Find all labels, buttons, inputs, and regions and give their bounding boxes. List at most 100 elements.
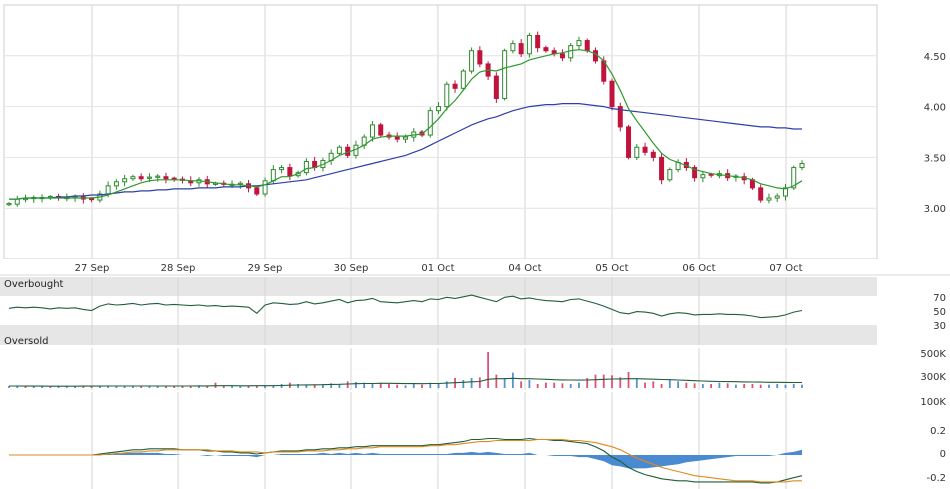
- price-y-tick-label: 3.50: [924, 153, 946, 164]
- volume-bar: [776, 384, 779, 388]
- volume-bar: [685, 382, 688, 388]
- macd-y-tick-label: 0.2: [930, 426, 946, 437]
- volume-bar: [718, 382, 721, 388]
- volume-panel: 500K 300K 100K: [8, 348, 946, 408]
- candle-body: [113, 181, 119, 187]
- volume-bar: [231, 386, 233, 388]
- volume-bar: [388, 384, 390, 388]
- volume-bar: [693, 383, 696, 388]
- volume-bar: [503, 378, 506, 388]
- candle-body: [105, 185, 111, 195]
- volume-bar: [792, 384, 795, 388]
- macd-vertical-grid: [91, 392, 787, 489]
- macd-panel: 0.2 0 -0.2: [9, 392, 946, 489]
- candle-body: [469, 50, 475, 72]
- price-panel-background: [3, 4, 878, 260]
- price-y-tick-label: 4.00: [924, 103, 946, 114]
- x-tick-label: 05 Oct: [595, 263, 628, 274]
- candle-body: [403, 136, 408, 140]
- volume-bar: [404, 385, 407, 388]
- volume-bar: [635, 378, 638, 388]
- candle-body: [89, 197, 95, 201]
- volume-bar: [437, 384, 440, 388]
- x-tick-label: 28 Sep: [161, 263, 196, 274]
- overbought-label: Overbought: [4, 279, 64, 290]
- volume-bar: [355, 382, 357, 388]
- volume-bar: [239, 386, 242, 388]
- candle-body: [510, 43, 516, 52]
- candle-body: [163, 176, 169, 180]
- candle-body: [700, 174, 706, 179]
- candle-body: [526, 34, 532, 55]
- rsi-y-tick-label: 30: [933, 321, 946, 332]
- volume-bar: [710, 384, 713, 388]
- volume-bar: [602, 374, 605, 388]
- volume-bar: [553, 382, 556, 388]
- candle-body: [502, 50, 508, 99]
- candle-body: [799, 162, 805, 169]
- volume-bar: [627, 372, 630, 388]
- volume-bar: [735, 384, 737, 388]
- price-y-tick-label: 3.00: [924, 204, 946, 215]
- stock-chart: 3.00 3.50 4.00 4.50 27 Sep 28 Sep 29 Sep 30 Se…: [0, 4, 950, 489]
- candle-body: [576, 40, 582, 47]
- rsi-y-tick-label: 50: [933, 307, 946, 318]
- rsi-y-tick-label: 70: [933, 293, 946, 304]
- candle-body: [493, 75, 499, 99]
- candle-body: [14, 198, 20, 205]
- candle-body: [460, 70, 466, 89]
- volume-bar: [561, 383, 564, 388]
- price-panel: 3.00 3.50 4.00 4.50: [3, 4, 946, 260]
- candle-body: [559, 53, 565, 59]
- volume-bar: [462, 380, 465, 388]
- rsi-panel: Overbought Oversold 70 50 30: [0, 277, 946, 347]
- candle-body: [766, 197, 772, 201]
- macd-y-tick-label: -0.2: [926, 473, 946, 484]
- macd-y-tick-label: 0: [940, 449, 946, 460]
- volume-bar: [412, 384, 415, 388]
- volume-bar: [487, 352, 490, 388]
- volume-y-axis-labels: 500K 300K 100K: [920, 349, 946, 408]
- x-tick-label: 01 Oct: [421, 263, 454, 274]
- volume-bar: [222, 386, 225, 388]
- volume-bar: [49, 386, 52, 388]
- volume-bar: [396, 384, 399, 388]
- volume-bar: [726, 383, 729, 388]
- candle-body: [477, 50, 483, 65]
- volume-bar: [660, 384, 663, 388]
- macd-y-axis-labels: 0.2 0 -0.2: [926, 426, 946, 484]
- volume-bar: [569, 384, 572, 388]
- volume-y-tick-label: 500K: [920, 349, 946, 360]
- candle-body: [146, 176, 152, 179]
- volume-bar: [677, 381, 679, 388]
- candle-body: [262, 180, 268, 195]
- candle-body: [171, 177, 177, 180]
- x-tick-label: 30 Sep: [334, 263, 369, 274]
- volume-bars: [8, 352, 803, 388]
- candle-body: [303, 160, 309, 174]
- candle-body: [667, 169, 673, 181]
- volume-average-line: [9, 377, 802, 387]
- volume-bar: [545, 382, 547, 388]
- volume-bar: [421, 384, 423, 388]
- candle-body: [155, 175, 161, 178]
- rsi-y-axis-labels: 70 50 30: [933, 293, 946, 332]
- volume-bar: [272, 386, 275, 388]
- candle-body: [535, 34, 541, 49]
- candle-body: [634, 146, 640, 158]
- rsi-line: [8, 294, 803, 319]
- price-y-axis-labels: 3.00 3.50 4.00 4.50: [924, 52, 946, 215]
- volume-bar: [668, 380, 671, 388]
- volume-bar: [768, 384, 770, 388]
- volume-bar: [644, 382, 646, 388]
- volume-bar: [611, 375, 613, 388]
- candle-body: [584, 40, 590, 52]
- price-y-tick-label: 4.50: [924, 52, 946, 63]
- candle-body: [369, 124, 375, 138]
- volume-bar: [528, 380, 531, 388]
- volume-bar: [801, 384, 803, 388]
- candle-body: [444, 83, 450, 108]
- x-axis-labels: 27 Sep 28 Sep 29 Sep 30 Sep 01 Oct 04 Oct 05 O…: [75, 263, 803, 274]
- volume-bar: [759, 384, 762, 388]
- volume-bar: [478, 377, 481, 388]
